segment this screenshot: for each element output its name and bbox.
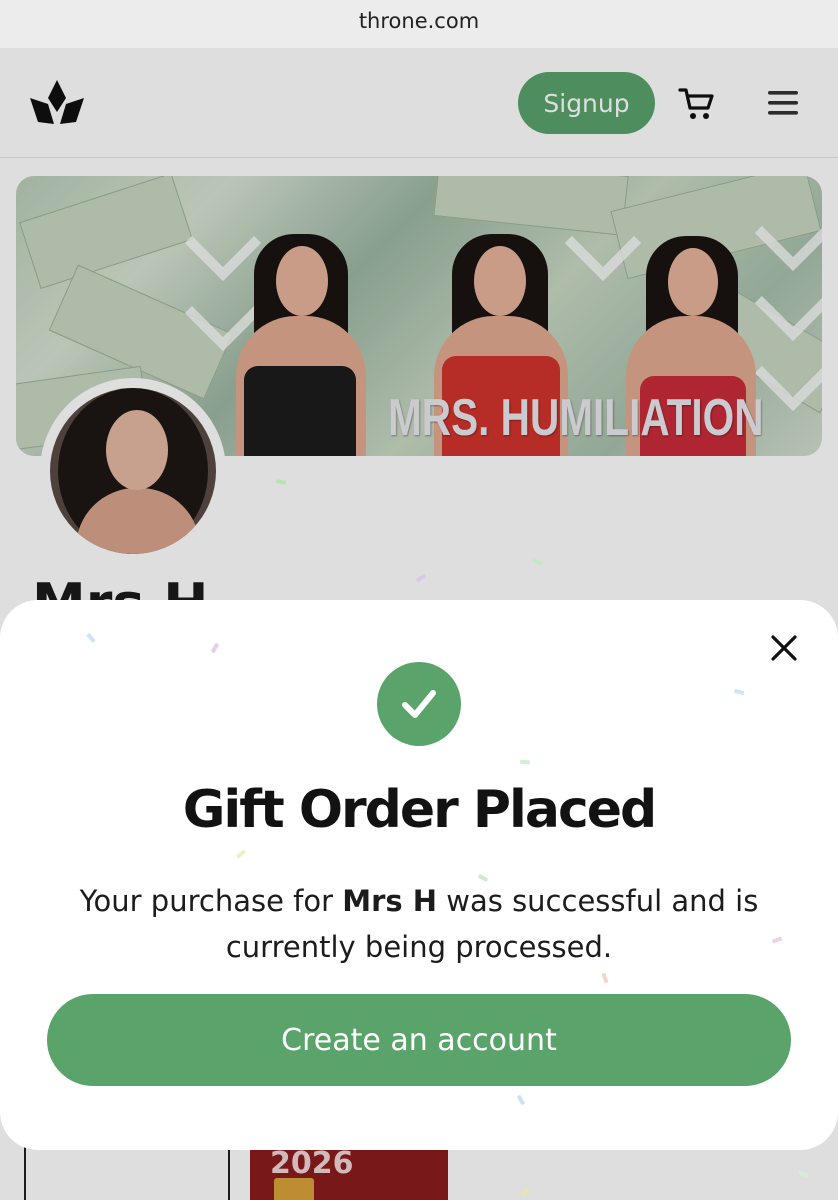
close-button[interactable] <box>764 628 804 668</box>
order-confirmation-modal: Gift Order Placed Your purchase for Mrs … <box>0 600 838 1150</box>
modal-title: Gift Order Placed <box>182 780 658 840</box>
recipient-name: Mrs H <box>342 884 438 918</box>
browser-url-bar[interactable]: throne.com <box>0 0 838 48</box>
url-text: throne.com <box>358 9 480 33</box>
modal-message: Your purchase for Mrs H was successful a… <box>79 884 759 964</box>
close-icon <box>771 635 797 661</box>
success-check-badge <box>377 662 461 746</box>
create-account-button[interactable]: Create an account <box>47 994 791 1086</box>
checkmark-icon <box>402 690 436 718</box>
